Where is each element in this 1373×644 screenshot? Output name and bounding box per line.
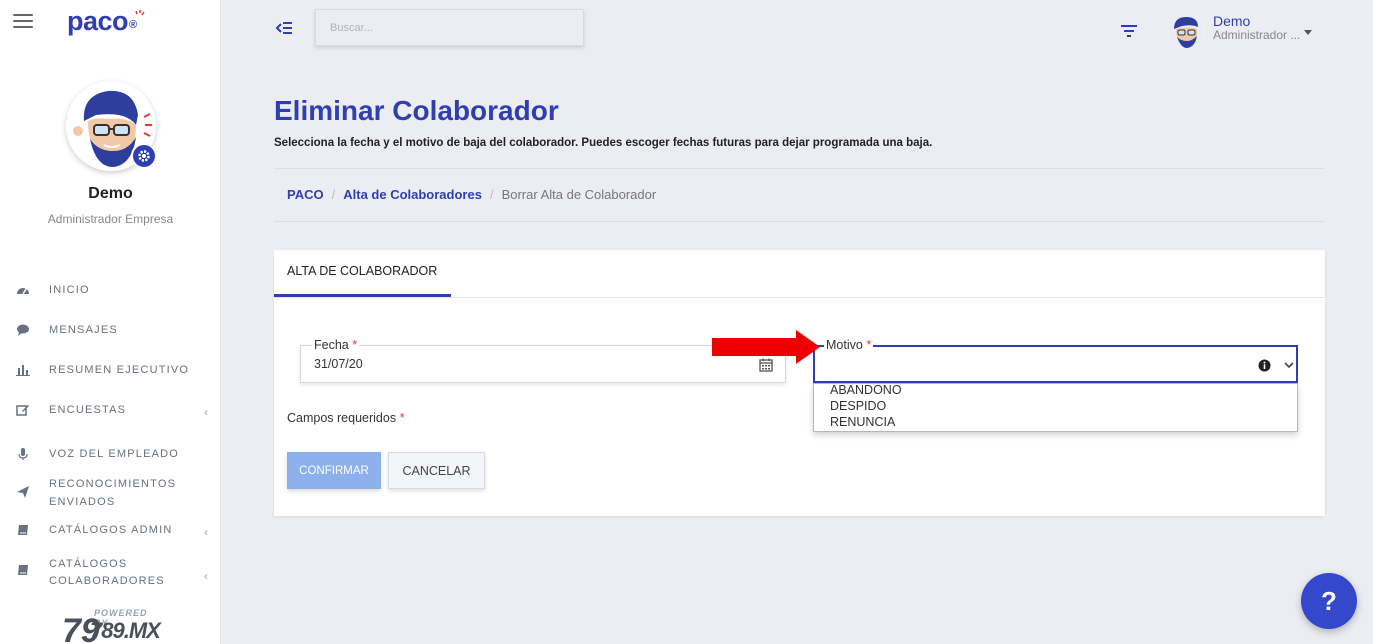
sidebar-item-label: CATÁLOGOS xyxy=(49,558,128,570)
sidebar-item-catalogos-admin[interactable]: CATÁLOGOS ADMIN ‹ xyxy=(0,520,221,540)
chevron-left-icon: ‹ xyxy=(204,569,208,583)
user-avatar[interactable] xyxy=(1168,13,1204,49)
breadcrumb-link-alta-colaboradores[interactable]: Alta de Colaboradores xyxy=(343,187,482,202)
sidebar-item-mensajes[interactable]: MENSAJES xyxy=(0,320,221,340)
sidebar-item-label: COLABORADORES xyxy=(49,575,165,587)
powered-by-789mx-logo: POWERED BY 789.MX 79 xyxy=(60,604,161,644)
breadcrumb-separator: / xyxy=(489,187,494,202)
sidebar-item-label: VOZ DEL EMPLEADO xyxy=(49,448,180,460)
sidebar-item-label: ENCUESTAS xyxy=(49,404,127,416)
sidebar-item-reconocimientos-enviados[interactable]: RECONOCIMIENTOS ENVIADOS xyxy=(0,475,221,511)
sidebar-item-label: CATÁLOGOS ADMIN xyxy=(49,524,173,536)
required-asterisk: * xyxy=(866,337,872,352)
paper-plane-icon xyxy=(16,485,30,499)
sidebar-user-name: Demo xyxy=(88,185,133,202)
sidebar-user-role: Administrador Empresa xyxy=(47,212,174,226)
breadcrumb-current: Borrar Alta de Colaborador xyxy=(501,187,657,202)
chat-bubble-icon xyxy=(16,323,30,337)
topbar-user-role[interactable]: Administrador ... xyxy=(1213,28,1300,42)
sidebar-item-label: RECONOCIMIENTOS xyxy=(49,478,177,490)
topbar-user-name[interactable]: Demo xyxy=(1213,13,1250,29)
cancel-button[interactable]: CANCELAR xyxy=(388,452,485,489)
required-asterisk: * xyxy=(352,337,358,352)
paco-mascot-icon xyxy=(1168,13,1204,49)
divider xyxy=(274,221,1325,222)
book-icon xyxy=(16,563,30,577)
sidebar-item-inicio[interactable]: INICIO xyxy=(0,280,221,300)
sidebar-item-label: MENSAJES xyxy=(49,324,118,336)
fecha-label: Fecha * xyxy=(312,337,360,352)
logo-rays-icon xyxy=(135,10,145,16)
required-fields-note: Campos requeridos * xyxy=(287,410,405,425)
settings-gear-icon[interactable] xyxy=(131,143,157,169)
page-title: Eliminar Colaborador xyxy=(274,95,559,126)
sidebar-item-label: ENVIADOS xyxy=(49,496,116,508)
microphone-icon xyxy=(16,447,30,461)
search-input[interactable] xyxy=(315,9,584,46)
motivo-dropdown-list: ABANDONO DESPIDO RENUNCIA xyxy=(813,383,1298,432)
help-button[interactable]: ? xyxy=(1301,573,1357,629)
bar-chart-icon xyxy=(16,363,30,377)
sidebar-item-encuestas[interactable]: ENCUESTAS ‹ xyxy=(0,400,221,420)
dashboard-icon xyxy=(16,283,30,297)
breadcrumb-separator: / xyxy=(331,187,336,202)
paco-logo[interactable]: paco® xyxy=(67,6,137,37)
confirm-button[interactable]: CONFIRMAR xyxy=(287,452,381,489)
option-despido[interactable]: DESPIDO xyxy=(830,399,886,413)
required-asterisk: * xyxy=(399,410,405,425)
sidebar-item-catalogos-colaboradores[interactable]: CATÁLOGOS COLABORADORES ‹ xyxy=(0,555,221,591)
chevron-left-icon: ‹ xyxy=(204,405,208,419)
info-icon[interactable] xyxy=(1258,359,1271,372)
tab-alta-de-colaborador[interactable]: ALTA DE COLABORADOR xyxy=(274,250,451,297)
sidebar-item-label: INICIO xyxy=(49,284,90,296)
collapse-sidebar-icon[interactable] xyxy=(275,19,293,37)
fecha-value[interactable]: 31/07/20 xyxy=(314,357,363,371)
chevron-down-icon[interactable] xyxy=(1284,361,1294,369)
svg-text:79: 79 xyxy=(62,612,100,644)
divider xyxy=(274,168,1325,169)
page-subtitle: Selecciona la fecha y el motivo de baja … xyxy=(274,137,933,149)
chevron-left-icon: ‹ xyxy=(204,525,208,539)
sidebar-item-label: RESUMEN EJECUTIVO xyxy=(49,364,190,376)
hamburger-menu-icon[interactable] xyxy=(13,14,33,28)
motivo-select[interactable] xyxy=(813,345,1298,383)
sidebar-item-voz-del-empleado[interactable]: VOZ DEL EMPLEADO xyxy=(0,444,221,464)
filter-icon[interactable] xyxy=(1120,24,1138,38)
option-renuncia[interactable]: RENUNCIA xyxy=(830,415,895,429)
caret-down-icon[interactable] xyxy=(1304,30,1312,35)
sidebar: paco® Demo Administrador Empresa INICIO … xyxy=(0,0,221,644)
motivo-label: Motivo * xyxy=(824,337,874,352)
breadcrumb: PACO / Alta de Colaboradores / Borrar Al… xyxy=(287,187,656,202)
option-abandono[interactable]: ABANDONO xyxy=(830,383,902,397)
breadcrumb-link-paco[interactable]: PACO xyxy=(287,187,324,202)
tab-divider xyxy=(274,297,1325,298)
book-icon xyxy=(16,523,30,537)
edit-icon xyxy=(16,403,30,417)
red-annotation-arrow-icon xyxy=(712,330,820,364)
sidebar-item-resumen-ejecutivo[interactable]: RESUMEN EJECUTIVO xyxy=(0,360,221,380)
